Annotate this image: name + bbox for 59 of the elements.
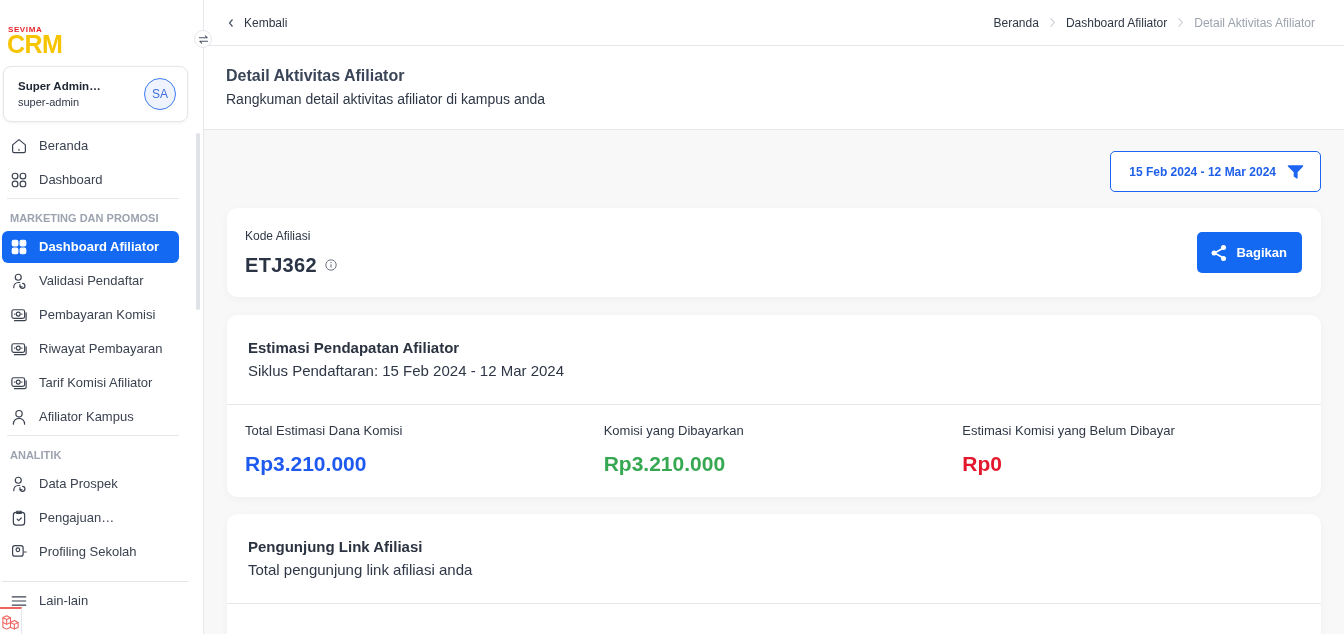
current-page-label: Detail Aktivitas Afiliator [1194, 15, 1315, 30]
nav-item[interactable]: Afiliator Kampus [2, 401, 179, 433]
info-icon[interactable] [324, 259, 337, 271]
date-filter-button[interactable]: 15 Feb 2024 - 12 Mar 2024 [1110, 151, 1321, 192]
scrollbar-thumb[interactable] [196, 133, 200, 310]
chevron-right-icon [1177, 17, 1185, 28]
page-title: Detail Aktivitas Afiliator [226, 66, 406, 86]
grid-icon [10, 238, 28, 256]
card-title: Estimasi Pendapatan Afiliator [248, 338, 461, 358]
brand-wordmark: SEVIMA [8, 25, 43, 34]
clipboard-check-icon [10, 509, 28, 527]
nav-item[interactable]: Validasi Pendaftar [2, 265, 179, 297]
user-role: super-admin [18, 95, 81, 109]
filter-icon [1287, 163, 1304, 180]
share-icon [1210, 243, 1229, 262]
product-wordmark: CRM [7, 34, 63, 54]
nav-item[interactable]: Pengajuan… [2, 502, 179, 534]
back-link[interactable]: Kembali [228, 15, 288, 30]
card-subtitle: Total pengunjung link afiliasi anda [248, 560, 474, 580]
metric-value: Rp3.210.000 [603, 451, 726, 477]
metric-value: Rp0 [962, 451, 1002, 477]
user-refresh-icon [10, 475, 28, 493]
user-name: Super Admin… [18, 79, 101, 93]
banknote-icon [10, 374, 28, 392]
page-subtitle: Rangkuman detail aktivitas afiliator di kampus anda [226, 90, 547, 108]
nav-item[interactable]: Data Prospek [2, 468, 179, 500]
user-icon [10, 408, 28, 426]
breadcrumb-link[interactable]: Beranda [993, 15, 1039, 30]
card-title: Pengunjung Link Afiliasi [248, 537, 424, 557]
nav-item[interactable]: Profiling Sekolah [2, 536, 179, 568]
grid-icon [10, 171, 28, 189]
chevron-right-icon [1048, 17, 1056, 28]
nav-item[interactable]: Riwayat Pembayaran [2, 333, 179, 365]
nav-item[interactable]: Dashboard Afiliator [2, 231, 179, 263]
avatar: SA [144, 78, 176, 110]
nav-item[interactable]: Pembayaran Komisi [2, 299, 179, 331]
swap-arrows-icon [197, 33, 209, 45]
breadcrumb-link[interactable]: Dashboard Afiliator [1065, 15, 1168, 30]
user-card[interactable]: Super Admin… super-admin SA [3, 66, 188, 122]
banknote-icon [10, 340, 28, 358]
home-icon [10, 137, 28, 155]
section-heading: MARKETING DAN PROMOSI [9, 211, 160, 226]
chevron-left-icon [228, 17, 234, 28]
section-heading: ANALITIK [9, 448, 63, 463]
metric-label: Estimasi Komisi yang Belum Dibayar [962, 422, 1175, 440]
user-refresh-icon [10, 272, 28, 290]
cubes-icon[interactable] [0, 607, 22, 634]
nav-item[interactable]: Tarif Komisi Afiliator [2, 367, 179, 399]
share-button[interactable]: Bagikan [1197, 232, 1302, 273]
field-label: Kode Afiliasi [245, 228, 312, 244]
nav-item[interactable]: Dashboard [2, 164, 179, 196]
card-subtitle: Siklus Pendaftaran: 15 Feb 2024 - 12 Mar 2024 [248, 361, 566, 381]
banknote-icon [10, 306, 28, 324]
affiliate-code: ETJ362 [245, 253, 317, 277]
metric-label: Total Estimasi Dana Komisi [245, 422, 403, 440]
metric-label: Komisi yang Dibayarkan [603, 422, 744, 440]
metric-value: Rp3.210.000 [245, 451, 367, 477]
nav-item[interactable]: Lain-lain [2, 585, 188, 617]
nav-item[interactable]: Beranda [2, 130, 179, 162]
